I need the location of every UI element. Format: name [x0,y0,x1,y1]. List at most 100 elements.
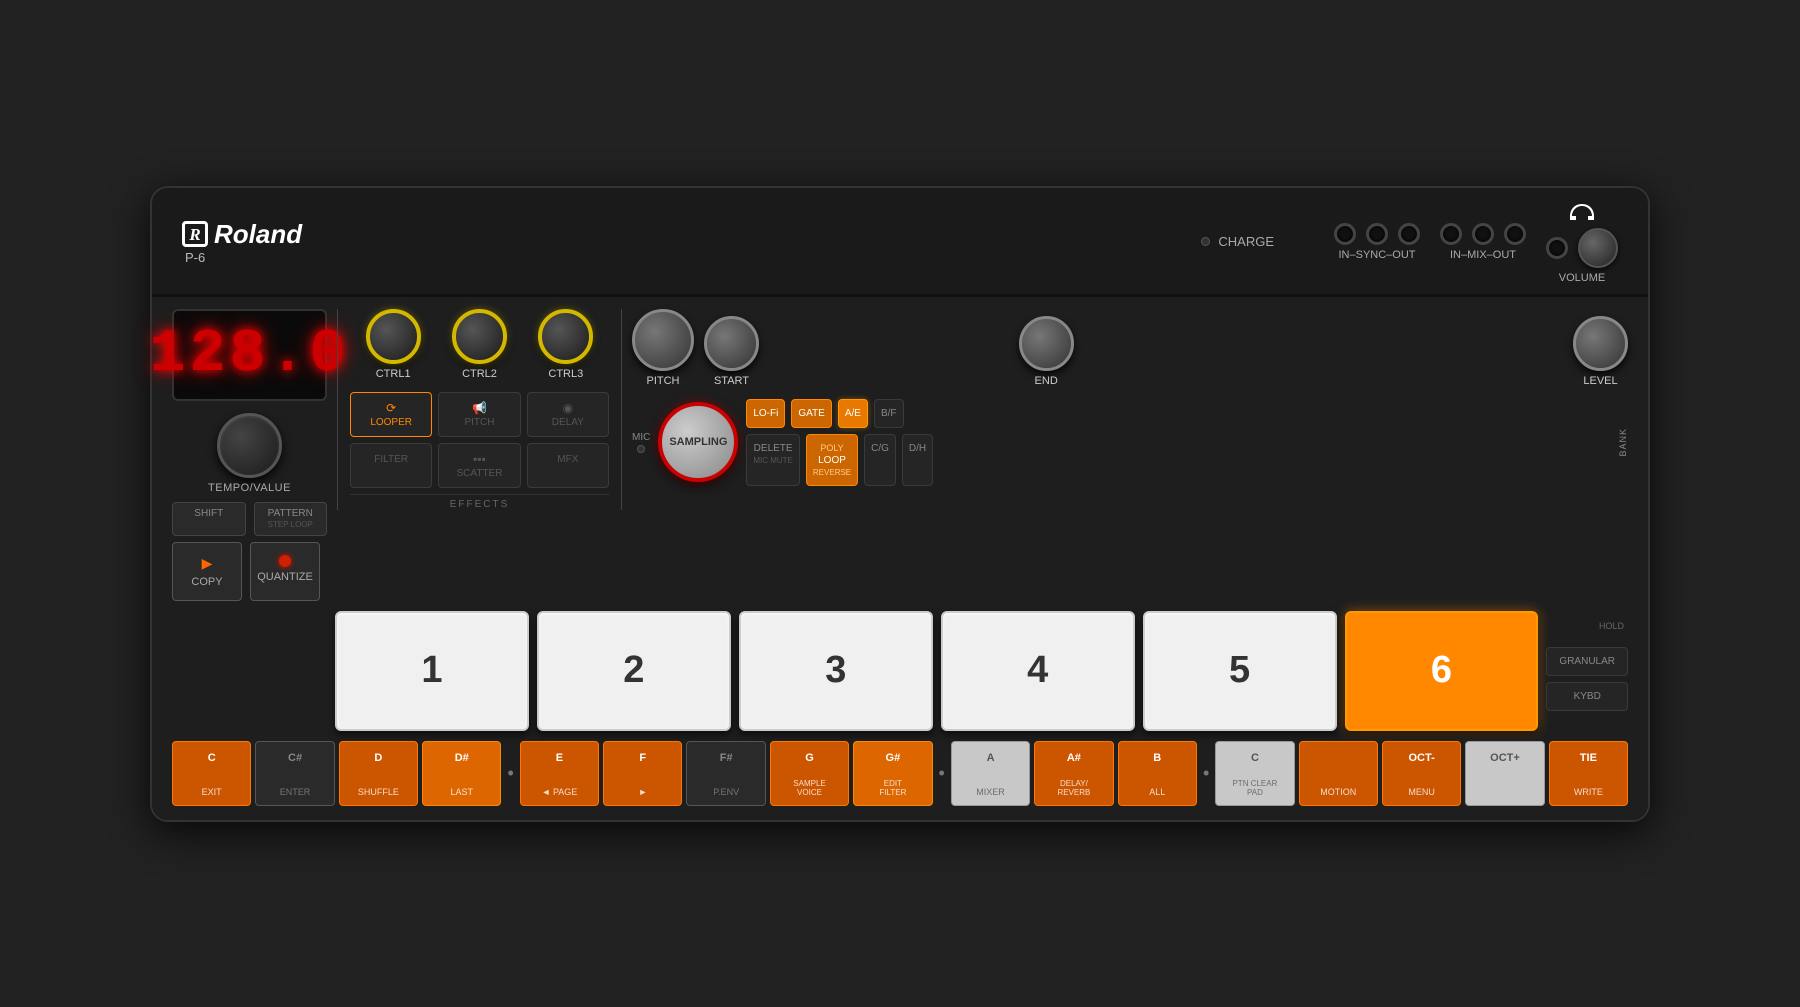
pitch-fx-label: PITCH [464,417,494,428]
loop-button[interactable]: POLY LOOP REVERSE [806,434,858,486]
pads-row: 1 2 3 4 5 6 HOLD [172,611,1628,731]
key-motion[interactable]: MOTION [1299,741,1378,806]
scatter-icon: ▪▪▪ [473,452,486,466]
key-d-shuffle[interactable]: D SHUFFLE [339,741,418,806]
sampling-button[interactable]: SAMPLING [658,402,738,482]
pad-1[interactable]: 1 [335,611,529,731]
dot-separator-3: • [1201,741,1211,806]
key-e-page-left[interactable]: E ◄ PAGE [520,741,599,806]
sampling-label: SAMPLING [669,436,727,448]
record-dot [279,555,291,567]
end-knob[interactable] [1019,316,1074,371]
pad-5[interactable]: 5 [1143,611,1337,731]
key-a-mixer[interactable]: A MIXER [951,741,1030,806]
key-c-exit[interactable]: C EXIT [172,741,251,806]
start-knob[interactable] [704,316,759,371]
sync-jack-3[interactable] [1398,223,1420,245]
key-tie-write[interactable]: TIE WRITE [1549,741,1628,806]
left-buttons: SHIFT PATTERNSTEP LOOP ▶ COPY QUANTIZE [172,502,327,601]
mic-mute-label: MIC MUTE [753,456,793,465]
end-group: END [1019,316,1074,387]
copy-button[interactable]: ▶ COPY [172,542,242,601]
pad-6[interactable]: 6 [1345,611,1539,731]
ctrl1-knob[interactable] [366,309,421,364]
pad-3-label: 3 [825,649,846,692]
level-group: LEVEL [1573,316,1628,387]
mic-indicator: MIC [632,432,650,453]
key-oct-minus[interactable]: OCT- MENU [1382,741,1461,806]
key-dsharp-note: D# [455,752,469,764]
key-dsharp-last[interactable]: D# LAST [422,741,501,806]
keyboard-row: C EXIT C# ENTER D SHUFFLE D# LAST • E [172,741,1628,806]
headphone-group: VOLUME [1546,200,1618,284]
tempo-section: TEMPO/VALUE [172,413,327,494]
key-tie-note: TIE [1580,752,1597,764]
key-fsharp-note: F# [720,752,733,764]
delete-label: DELETE [754,443,793,454]
ctrl1-label: CTRL1 [376,368,411,380]
copy-label: COPY [191,576,222,588]
loop-label: LOOP [818,455,846,466]
key-d-note: D [374,752,382,764]
pad-2[interactable]: 2 [537,611,731,731]
looper-button[interactable]: ⟳ LOOPER [350,392,432,437]
mix-jack-3[interactable] [1504,223,1526,245]
bf-label: B/F [881,408,897,419]
mfx-button[interactable]: MFX [527,443,609,488]
key-c2-ptnclear[interactable]: C PTN CLEARPAD [1215,741,1294,806]
bf-button[interactable]: B/F [874,399,904,428]
key-f-page-right[interactable]: F ► [603,741,682,806]
looper-label: LOOPER [370,417,412,428]
key-gsharp-label: EDITFILTER [879,779,906,797]
bpm-display: 128.0 [149,321,349,389]
delay-icon: ◉ [563,401,573,415]
key-d-label: SHUFFLE [358,787,399,797]
mix-jack-2[interactable] [1472,223,1494,245]
key-b-note: B [1153,752,1161,764]
sync-jack-1[interactable] [1334,223,1356,245]
key-b-all[interactable]: B ALL [1118,741,1197,806]
pitch-fx-button[interactable]: 📢 PITCH [438,392,520,437]
key-e-label: ◄ PAGE [542,787,578,797]
gate-button[interactable]: GATE [791,399,831,428]
key-g-note: G [805,752,814,764]
lofi-button[interactable]: LO-Fi [746,399,785,428]
cg-button[interactable]: C/G [864,434,896,486]
pad-2-label: 2 [623,649,644,692]
scatter-button[interactable]: ▪▪▪ SCATTER [438,443,520,488]
granular-button[interactable]: GRANULAR [1546,647,1628,676]
key-g-sample[interactable]: G SAMPLEVOICE [770,741,849,806]
pad-3[interactable]: 3 [739,611,933,731]
sync-jack-2[interactable] [1366,223,1388,245]
key-gsharp-edit[interactable]: G# EDITFILTER [853,741,932,806]
kybd-button[interactable]: KYBD [1546,682,1628,711]
tempo-knob[interactable] [217,413,282,478]
key-fsharp-penv[interactable]: F# P.ENV [686,741,765,806]
key-asharp-label: DELAY/REVERB [1057,779,1090,797]
shift-button[interactable]: SHIFT [172,502,246,536]
key-oct-plus[interactable]: OCT+ [1465,741,1544,806]
ae-button[interactable]: A/E [838,399,868,428]
key-asharp-delay[interactable]: A# DELAY/REVERB [1034,741,1113,806]
effects-label: EFFECTS [350,494,609,510]
volume-knob[interactable] [1578,228,1618,268]
ctrl2-knob[interactable] [452,309,507,364]
key-c-note: C [208,752,216,764]
pad-4[interactable]: 4 [941,611,1135,731]
headphone-jack[interactable] [1546,237,1568,259]
tempo-label: TEMPO/VALUE [208,482,291,494]
delete-button[interactable]: DELETE MIC MUTE [746,434,800,486]
ctrl3-label: CTRL3 [548,368,583,380]
pattern-button[interactable]: PATTERNSTEP LOOP [254,502,328,536]
filter-button[interactable]: FILTER [350,443,432,488]
ctrl3-knob[interactable] [538,309,593,364]
side-buttons-area: LO-Fi GATE A/E B/F [746,399,1610,486]
key-csharp-enter[interactable]: C# ENTER [255,741,334,806]
key-motion-label: MOTION [1320,787,1356,797]
level-knob[interactable] [1573,316,1628,371]
dh-button[interactable]: D/H [902,434,933,486]
mix-jack-1[interactable] [1440,223,1462,245]
pitch-knob[interactable] [632,309,694,371]
quantize-button[interactable]: QUANTIZE [250,542,320,601]
delay-button[interactable]: ◉ DELAY [527,392,609,437]
